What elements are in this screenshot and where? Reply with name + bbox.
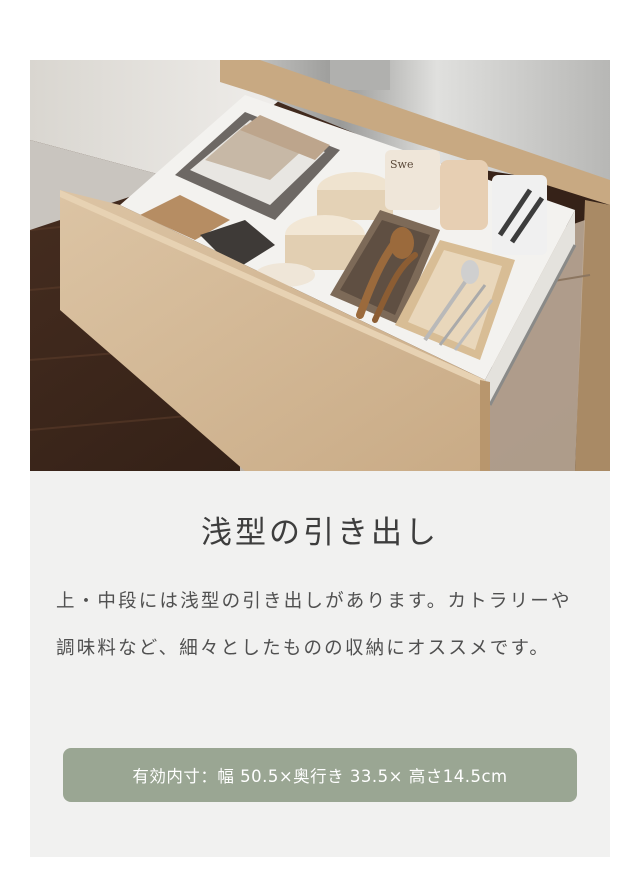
section-heading: 浅型の引き出し bbox=[201, 515, 439, 551]
product-feature-card: Swe 浅型の引き出し 上・中段には浅型の引き出しがあります。カトラリーや調味料… bbox=[30, 60, 610, 857]
drawer-photo: Swe bbox=[30, 60, 610, 471]
inner-dimensions-badge: 有効内寸：幅 50.5×奥行き 33.5× 高さ14.5cm bbox=[63, 748, 577, 802]
tin-label: Swe bbox=[390, 158, 413, 171]
inner-dimensions-label: 有効内寸：幅 50.5×奥行き 33.5× 高さ14.5cm bbox=[132, 767, 508, 786]
section-description: 上・中段には浅型の引き出しがあります。カトラリーや調味料など、細々としたものの収… bbox=[56, 591, 572, 659]
